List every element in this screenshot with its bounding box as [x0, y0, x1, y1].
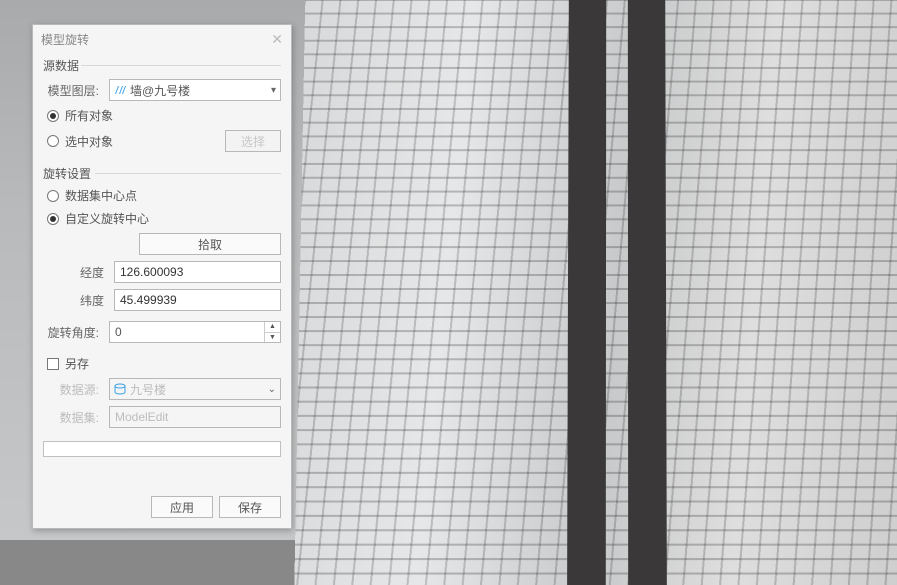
datasource-icon: [114, 383, 126, 395]
datasource-combo: 九号楼 ⌄: [109, 378, 281, 400]
rotation-angle-label: 旋转角度:: [43, 324, 103, 341]
save-as-label: 另存: [65, 355, 89, 372]
datasource-value: 九号楼: [130, 381, 166, 398]
spin-down-icon[interactable]: ▼: [265, 333, 280, 343]
checkbox-icon: [47, 358, 59, 370]
longitude-label: 经度: [43, 264, 108, 281]
radio-custom-center-label: 自定义旋转中心: [65, 210, 149, 227]
rotation-angle-value: 0: [115, 325, 122, 339]
layer-icon: [114, 84, 126, 96]
radio-icon: [47, 110, 59, 122]
save-as-checkbox-row[interactable]: 另存: [33, 352, 291, 375]
apply-button[interactable]: 应用: [151, 496, 213, 518]
latitude-input[interactable]: [114, 289, 281, 311]
chevron-down-icon: ⌄: [268, 384, 276, 395]
radio-all-objects[interactable]: 所有对象: [33, 104, 291, 127]
model-layer-label: 模型图层:: [43, 82, 103, 99]
close-icon[interactable]: ✕: [271, 31, 283, 48]
chevron-down-icon: ▾: [271, 85, 276, 96]
latitude-label: 纬度: [43, 292, 108, 309]
section-rotation: 旋转设置: [33, 161, 291, 184]
radio-dataset-center[interactable]: 数据集中心点: [33, 184, 291, 207]
radio-icon: [47, 190, 59, 202]
save-button[interactable]: 保存: [219, 496, 281, 518]
radio-icon: [47, 135, 59, 147]
radio-dataset-center-label: 数据集中心点: [65, 187, 137, 204]
section-source-data: 源数据: [33, 53, 291, 76]
model-rotate-dialog: 模型旋转 ✕ 源数据 模型图层: 墙@九号楼 ▾ 所有对象 选中对象 选择 旋转…: [32, 24, 292, 529]
radio-selected-objects[interactable]: 选中对象: [47, 133, 113, 150]
datasource-label: 数据源:: [43, 381, 103, 398]
pick-button[interactable]: 拾取: [139, 233, 281, 255]
dataset-input: [109, 406, 281, 428]
rotation-angle-input[interactable]: 0 ▲ ▼: [109, 321, 281, 343]
spinner-buttons[interactable]: ▲ ▼: [264, 322, 280, 342]
radio-selected-objects-label: 选中对象: [65, 133, 113, 150]
dialog-titlebar[interactable]: 模型旋转 ✕: [33, 25, 291, 53]
radio-icon: [47, 213, 59, 225]
radio-all-objects-label: 所有对象: [65, 107, 113, 124]
spin-up-icon[interactable]: ▲: [265, 322, 280, 333]
longitude-input[interactable]: [114, 261, 281, 283]
progress-bar: [43, 441, 281, 457]
model-layer-combo[interactable]: 墙@九号楼 ▾: [109, 79, 281, 101]
dialog-title: 模型旋转: [41, 31, 89, 48]
select-button: 选择: [225, 130, 281, 152]
building-model: [294, 0, 897, 585]
model-layer-value: 墙@九号楼: [130, 82, 190, 99]
dataset-label: 数据集:: [43, 409, 103, 426]
radio-custom-center[interactable]: 自定义旋转中心: [33, 207, 291, 230]
